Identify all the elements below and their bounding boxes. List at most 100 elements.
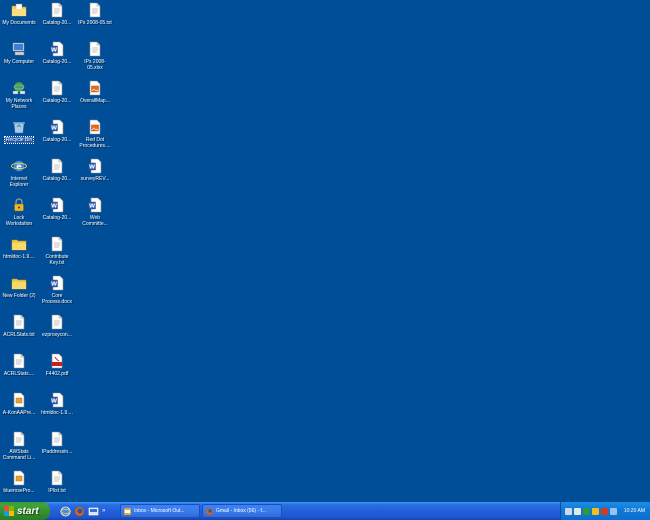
- desktop-icon-col3-1[interactable]: IPs 2008-05.xlsx: [76, 39, 114, 78]
- document-icon: [11, 392, 27, 408]
- desktop-icon-label: Catalog-20...: [42, 137, 72, 143]
- task-button-gmail[interactable]: Gmail - Inbox (56) - f...: [202, 504, 282, 518]
- desktop-icon-col2-12[interactable]: IPlist.txt: [38, 468, 76, 502]
- my-computer-icon: [11, 41, 27, 57]
- svg-text:W: W: [51, 126, 57, 132]
- firefox-icon[interactable]: [74, 506, 85, 517]
- svg-text:W: W: [51, 399, 57, 405]
- desktop-icon-col2-8[interactable]: ezproxycon...: [38, 312, 76, 351]
- desktop-icon-col2-5[interactable]: W Catalog-20...: [38, 195, 76, 234]
- desktop-column-3: IPs 2008-05.txt IPs 2008-05.xlsx OverallMa…: [76, 0, 114, 234]
- desktop-icon-col1-8[interactable]: ACRLStats.txt: [0, 312, 38, 351]
- word-document-icon: W: [87, 197, 103, 213]
- desktop-icon-col2-0[interactable]: Catalog-20...: [38, 0, 76, 39]
- desktop-icon-col2-2[interactable]: Catalog-20...: [38, 78, 76, 117]
- text-file-icon: [49, 2, 65, 18]
- desktop-icon-col1-1[interactable]: My Computer: [0, 39, 38, 78]
- folder-icon: [11, 236, 27, 252]
- text-file-icon: [49, 470, 65, 486]
- outlook-icon: [124, 507, 131, 515]
- text-file-icon: [11, 314, 27, 330]
- quick-launch-more-icon[interactable]: »: [102, 508, 108, 514]
- desktop-icon-col1-10[interactable]: A-KonAAPre...: [0, 390, 38, 429]
- desktop-icon-col1-2[interactable]: My Network Places: [0, 78, 38, 117]
- shield-icon[interactable]: [601, 507, 608, 515]
- start-button[interactable]: start: [0, 502, 50, 520]
- pdf-icon: [49, 353, 65, 369]
- pdf-icon-glyph: [51, 353, 63, 369]
- internet-explorer-icon[interactable]: [60, 506, 71, 517]
- desktop-icon-col3-2[interactable]: OverallMap...: [76, 78, 114, 117]
- document-icon: [11, 470, 27, 486]
- desktop-icon-label: F4402.pdf: [45, 371, 69, 377]
- recycle-bin-icon-glyph: [13, 122, 25, 134]
- monitor-icon[interactable]: [610, 507, 617, 515]
- desktop-icon-col1-4[interactable]: e Internet Explorer: [0, 156, 38, 195]
- desktop-icon-col2-7[interactable]: W Core Process.docx: [38, 273, 76, 312]
- desktop-icon-label: ACRLStats....: [3, 371, 35, 377]
- security-icon[interactable]: [583, 507, 590, 515]
- word-document-icon: W: [49, 197, 65, 213]
- desktop-icon-col1-0[interactable]: My Documents: [0, 0, 38, 39]
- word-document-icon: W: [49, 41, 65, 57]
- word-document-icon: W: [49, 275, 65, 291]
- svg-text:W: W: [89, 165, 95, 171]
- svg-text:W: W: [51, 282, 57, 288]
- desktop-icon-col2-4[interactable]: Catalog-20...: [38, 156, 76, 195]
- desktop-icon-col3-0[interactable]: IPs 2008-05.txt: [76, 0, 114, 39]
- desktop-icon-col2-3[interactable]: W Catalog-20...: [38, 117, 76, 156]
- network-icon[interactable]: [565, 507, 572, 515]
- text-file-icon: [49, 314, 65, 330]
- desktop-icon-col1-9[interactable]: ACRLStats....: [0, 351, 38, 390]
- word-document-icon: W: [49, 392, 65, 408]
- desktop-icon-col1-7[interactable]: New Folder (2): [0, 273, 38, 312]
- desktop-icon-label: Core Process.docx: [41, 293, 72, 305]
- desktop-icon-label: My Documents: [2, 20, 36, 26]
- desktop-icon-label: Catalog-20...: [42, 20, 72, 26]
- desktop-icon-label: bluerosePro...: [3, 488, 35, 494]
- desktop-icon-col1-11[interactable]: AWStats Command Li...: [0, 429, 38, 468]
- desktop-icon-col2-6[interactable]: Contribute Key.txt: [38, 234, 76, 273]
- desktop-icon-col3-3[interactable]: Red Dot Procedures....: [76, 117, 114, 156]
- task-buttons: Inbox - Microsoft Out... Gmail - Inbox (…: [120, 504, 282, 518]
- desktop-icon-col1-12[interactable]: bluerosePro...: [0, 468, 38, 502]
- update-icon[interactable]: [592, 507, 599, 515]
- my-network-places-icon-glyph: [12, 81, 26, 95]
- desktop-icon-col1-5[interactable]: Lock Workstation: [0, 195, 38, 234]
- desktop-icon-label: Catalog-20...: [42, 176, 72, 182]
- text-file-icon-glyph: [51, 470, 63, 486]
- desktop-icon-label: Internet Explorer: [9, 176, 29, 188]
- svg-text:W: W: [89, 204, 95, 210]
- desktop-icon-col3-4[interactable]: WsurveyREV...: [76, 156, 114, 195]
- text-file-icon-glyph: [51, 314, 63, 330]
- taskbar: start » Inbox - Microsoft Out... Gmail -…: [0, 502, 650, 520]
- desktop-icon-col2-10[interactable]: Whtmldoc-1.9....: [38, 390, 76, 429]
- desktop-icon-col2-9[interactable]: F4402.pdf: [38, 351, 76, 390]
- text-file-icon-glyph: [51, 236, 63, 252]
- desktop-icon-label: Contribute Key.txt: [45, 254, 69, 266]
- text-file-icon: [49, 431, 65, 447]
- document-icon-glyph: [13, 470, 25, 486]
- desktop-icon-col1-3[interactable]: Recycle Bin: [0, 117, 38, 156]
- volume-icon[interactable]: [574, 507, 581, 515]
- svg-text:W: W: [51, 48, 57, 54]
- desktop-icon-col3-5[interactable]: W Web Committe...: [76, 195, 114, 234]
- desktop-icon-label: surveyREV...: [80, 176, 110, 182]
- word-document-icon-glyph: W: [88, 197, 102, 213]
- my-documents-icon: [11, 2, 27, 18]
- desktop-icon-label: My Computer: [3, 59, 34, 65]
- system-tray: 10:20 AM: [560, 502, 650, 520]
- word-document-icon-glyph: W: [50, 392, 64, 408]
- show-desktop-icon[interactable]: [88, 506, 99, 517]
- desktop-icon-col2-11[interactable]: IPaddressin...: [38, 429, 76, 468]
- desktop[interactable]: My Documents My Computer My Network Places…: [0, 0, 650, 502]
- desktop-icon-label: Red Dot Procedures....: [79, 137, 111, 149]
- my-documents-icon-glyph: [11, 3, 27, 17]
- desktop-icon-col2-1[interactable]: W Catalog-20...: [38, 39, 76, 78]
- word-document-icon-glyph: W: [50, 275, 64, 291]
- word-document-icon: W: [49, 119, 65, 135]
- task-button-outlook[interactable]: Inbox - Microsoft Out...: [120, 504, 200, 518]
- desktop-icon-label: IPs 2008-05.xlsx: [84, 59, 106, 71]
- desktop-icon-col1-6[interactable]: htmldoc-1.9....: [0, 234, 38, 273]
- clock[interactable]: 10:20 AM: [624, 508, 645, 514]
